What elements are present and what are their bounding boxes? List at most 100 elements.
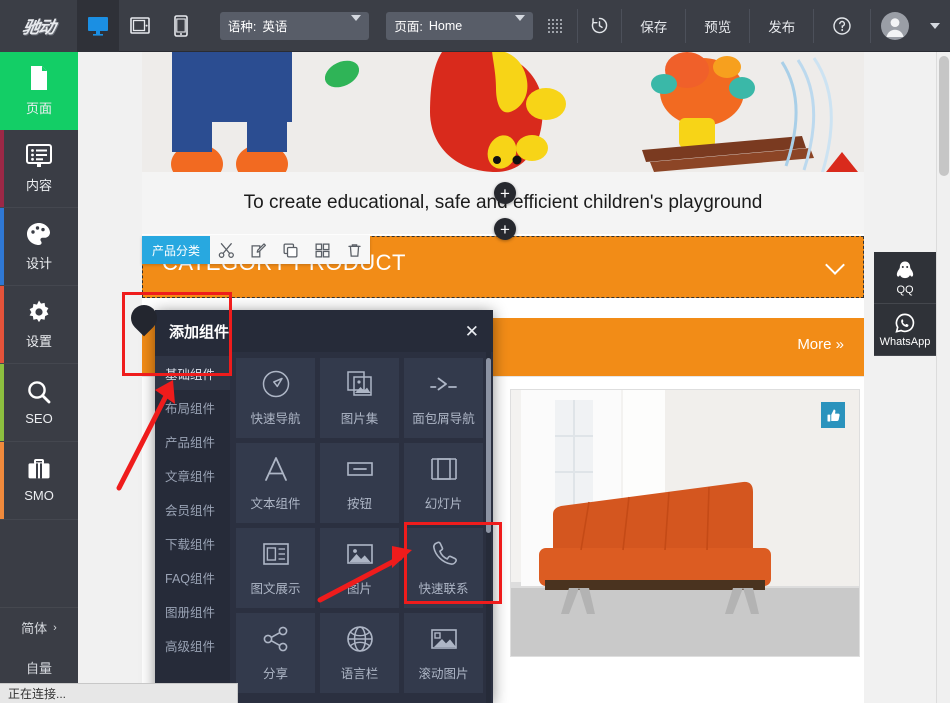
add-component-category-list: 基础组件 布局组件 产品组件 文章组件 会员组件 下载组件 FAQ组件 图册组件…	[155, 352, 230, 703]
device-tablet-button[interactable]	[119, 0, 161, 52]
chevron-down-icon	[333, 14, 361, 31]
grid-dots-icon	[546, 17, 563, 34]
component-quick-contact[interactable]: 快速联系	[404, 528, 483, 608]
add-component-body: 基础组件 布局组件 产品组件 文章组件 会员组件 下载组件 FAQ组件 图册组件…	[155, 352, 493, 703]
language-select-label: 语种:	[227, 20, 257, 34]
element-delete-button[interactable]	[338, 236, 370, 264]
button-rect-icon	[346, 462, 373, 476]
copy-icon	[283, 242, 298, 258]
element-copy-button[interactable]	[274, 236, 306, 264]
sidebar-item-design[interactable]: 设计	[0, 208, 78, 286]
chevron-down-icon	[497, 14, 526, 31]
component-text[interactable]: 文本组件	[236, 443, 315, 523]
save-button[interactable]: 保存	[622, 0, 685, 52]
sidebar-language-switch[interactable]: 简体 ›	[0, 607, 78, 647]
category-item-layout[interactable]: 布局组件	[155, 390, 230, 424]
element-edit-button[interactable]	[242, 236, 274, 264]
language-select[interactable]: 语种: 英语	[219, 11, 369, 40]
component-scroll-image[interactable]: 滚动图片	[404, 613, 483, 693]
history-button[interactable]	[578, 0, 622, 52]
app-logo[interactable]: 驰动	[0, 0, 78, 52]
category-item-album[interactable]: 图册组件	[155, 594, 230, 628]
component-label: 按钮	[346, 497, 372, 511]
more-link[interactable]: More »	[797, 336, 844, 353]
chevron-down-icon[interactable]	[825, 255, 845, 275]
palette-icon	[27, 223, 50, 245]
component-image[interactable]: 图片	[320, 528, 399, 608]
sidebar-item-label: SMO	[24, 488, 54, 503]
sidebar-item-label: 内容	[25, 178, 52, 193]
sidebar-item-seo[interactable]: SEO	[0, 364, 78, 442]
search-icon	[28, 381, 51, 404]
sidebar-item-pages[interactable]: 页面	[0, 52, 78, 130]
sidebar-item-label: SEO	[25, 411, 53, 426]
category-item-advanced[interactable]: 高级组件	[155, 628, 230, 662]
sidebar-stripe	[0, 130, 4, 207]
sidebar-stripe	[0, 364, 4, 441]
element-toolbar: 产品分类	[142, 236, 371, 264]
app-root: 驰动 语种: 英语 页面: Home 保存 预览 发布 页面 内容 设计 设置 …	[0, 0, 950, 703]
component-share[interactable]: 分享	[236, 613, 315, 693]
product-card[interactable]	[510, 389, 860, 657]
category-item-faq[interactable]: FAQ组件	[155, 560, 230, 594]
sidebar-item-label: 设置	[25, 334, 52, 349]
tablet-icon	[129, 16, 150, 34]
help-button[interactable]	[814, 0, 869, 52]
component-scrollbar-thumb[interactable]	[486, 358, 491, 533]
chevron-down-icon	[930, 22, 941, 29]
breadcrumb-icon	[429, 377, 457, 391]
category-item-download[interactable]: 下载组件	[155, 526, 230, 560]
sidebar-item-content[interactable]: 内容	[0, 130, 78, 208]
device-mobile-button[interactable]	[160, 0, 202, 52]
insert-above-button[interactable]: +	[494, 182, 516, 204]
element-layout-button[interactable]	[306, 236, 338, 264]
element-tag-label: 产品分类	[142, 236, 211, 264]
component-label: 快速联系	[418, 582, 469, 596]
float-social-widget: QQ WhatsApp	[874, 252, 936, 356]
grid-toggle-button[interactable]	[533, 0, 577, 52]
component-slideshow[interactable]: 幻灯片	[404, 443, 483, 523]
sidebar-item-smo[interactable]: SMO	[0, 442, 78, 520]
category-item-member[interactable]: 会员组件	[155, 492, 230, 526]
social-qq-button[interactable]: QQ	[874, 252, 936, 304]
slideshow-icon	[430, 458, 457, 480]
briefcase-icon	[28, 459, 50, 479]
sidebar-bottom-item[interactable]: 自量	[0, 649, 78, 685]
category-item-product[interactable]: 产品组件	[155, 424, 230, 458]
component-image-set[interactable]: 图片集	[320, 358, 399, 438]
category-item-basic[interactable]: 基础组件	[155, 356, 230, 390]
product-image-sofa	[511, 390, 859, 656]
component-quick-nav[interactable]: 快速导航	[236, 358, 315, 438]
scroll-image-icon	[430, 629, 457, 649]
component-language-bar[interactable]: 语言栏	[320, 613, 399, 693]
social-whatsapp-button[interactable]: WhatsApp	[874, 304, 936, 356]
app-logo-text: 驰动	[20, 18, 56, 37]
product-like-badge[interactable]	[821, 402, 845, 428]
account-menu-button[interactable]	[920, 0, 950, 52]
page-select[interactable]: 页面: Home	[386, 11, 534, 40]
component-breadcrumb[interactable]: 面包屑导航	[404, 358, 483, 438]
add-component-grid: 快速导航 图片集 面包屑导航 文本组件 按钮 幻灯片 图文展示 图片 快速联系 …	[236, 358, 483, 693]
close-icon[interactable]: ✕	[465, 323, 479, 340]
canvas-scrollbar-thumb[interactable]	[939, 56, 949, 176]
component-label: 快速导航	[250, 412, 301, 426]
preview-button[interactable]: 预览	[686, 0, 749, 52]
sidebar-item-label: 设计	[25, 256, 52, 271]
sidebar-item-settings[interactable]: 设置	[0, 286, 78, 364]
canvas-scrollbar[interactable]	[936, 52, 950, 703]
component-button[interactable]: 按钮	[320, 443, 399, 523]
language-select-value: 英语	[262, 20, 288, 34]
component-image-text[interactable]: 图文展示	[236, 528, 315, 608]
image-icon	[346, 544, 373, 564]
device-desktop-button[interactable]	[77, 0, 119, 52]
component-label: 语言栏	[340, 667, 379, 681]
globe-icon	[346, 626, 373, 652]
question-circle-icon	[833, 16, 851, 35]
category-item-article[interactable]: 文章组件	[155, 458, 230, 492]
hero-banner[interactable]	[142, 52, 864, 172]
insert-below-button[interactable]: +	[494, 218, 516, 240]
publish-button[interactable]: 发布	[750, 0, 813, 52]
navigation-compass-icon	[262, 370, 289, 398]
element-cut-button[interactable]	[210, 236, 242, 264]
account-avatar[interactable]	[871, 0, 921, 52]
